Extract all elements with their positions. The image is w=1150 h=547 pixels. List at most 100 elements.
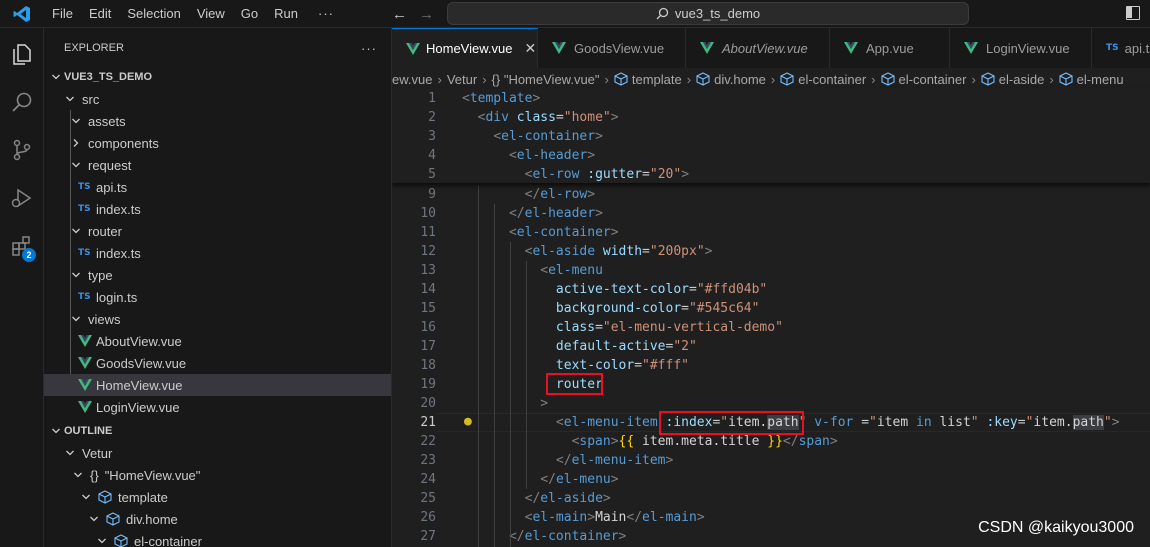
close-icon[interactable]: ✕: [524, 40, 536, 57]
tree-item[interactable]: views: [44, 308, 391, 330]
code-line[interactable]: 3 <el-container>: [392, 127, 1150, 146]
explorer-project-root[interactable]: VUE3_TS_DEMO: [44, 66, 391, 88]
vue-file-icon: [78, 357, 94, 369]
element-cube-icon: [880, 72, 897, 86]
chevron-down-icon: [68, 270, 84, 280]
vue-file-icon: [552, 42, 568, 54]
tree-item[interactable]: TS index.ts: [44, 198, 391, 220]
chevron-down-icon: [68, 160, 84, 170]
tree-item[interactable]: TS api.ts: [44, 176, 391, 198]
tree-item[interactable]: components: [44, 132, 391, 154]
tree-item[interactable]: AboutView.vue: [44, 330, 391, 352]
run-debug-icon[interactable]: [6, 182, 38, 214]
vue-file-icon: [78, 335, 94, 347]
tree-item[interactable]: src: [44, 88, 391, 110]
toggle-sidebar-layout-icon[interactable]: [1126, 6, 1140, 20]
code-line[interactable]: 24 </el-menu>: [392, 470, 1150, 489]
tree-item-label: AboutView.vue: [96, 333, 182, 349]
code-line[interactable]: 19 router: [392, 375, 1150, 394]
code-line[interactable]: 23 </el-menu-item>: [392, 451, 1150, 470]
outline-item[interactable]: div.home: [44, 508, 391, 530]
lightbulb-icon[interactable]: ●: [464, 414, 472, 429]
code-editor[interactable]: 1 <template> 2 <div class="home"> 3 <el-con…: [392, 88, 1150, 547]
tree-item[interactable]: TS login.ts: [44, 286, 391, 308]
element-cube-icon: [114, 534, 130, 547]
editor-tab[interactable]: HomeView.vue ✕: [392, 28, 538, 68]
breadcrumb-item[interactable]: el-menu: [1077, 72, 1124, 87]
tree-item[interactable]: TS index.ts: [44, 242, 391, 264]
code-line[interactable]: 17 default-active="2": [392, 337, 1150, 356]
code-line[interactable]: 5 <el-row :gutter="20">: [392, 165, 1150, 184]
code-line[interactable]: 13 <el-menu: [392, 261, 1150, 280]
tree-item[interactable]: HomeView.vue: [44, 374, 391, 396]
line-number: 2: [428, 110, 436, 125]
command-center-label: vue3_ts_demo: [674, 6, 761, 21]
source-control-icon[interactable]: [6, 134, 38, 166]
menu-edit[interactable]: Edit: [81, 0, 119, 28]
outline-item-label: Vetur: [82, 445, 113, 461]
code-line[interactable]: 16 class="el-menu-vertical-demo": [392, 318, 1150, 337]
outline-item[interactable]: el-container: [44, 530, 391, 547]
indent-guide: [526, 261, 527, 489]
code-line[interactable]: 14 active-text-color="#ffd04b": [392, 280, 1150, 299]
breadcrumb-item[interactable]: el-aside: [999, 72, 1045, 87]
breadcrumb-item[interactable]: template: [632, 72, 682, 87]
menu-file[interactable]: File: [44, 0, 81, 28]
editor-tab[interactable]: GoodsView.vue: [538, 28, 686, 68]
menu-view[interactable]: View: [189, 0, 233, 28]
element-cube-icon: [780, 72, 796, 86]
tree-item[interactable]: LoginView.vue: [44, 396, 391, 418]
breadcrumb-item[interactable]: el-container: [798, 72, 866, 87]
editor-tab[interactable]: AboutView.vue: [686, 28, 830, 68]
menu-run[interactable]: Run: [266, 0, 306, 28]
tree-item[interactable]: type: [44, 264, 391, 286]
menu-more-icon[interactable]: ···: [306, 6, 346, 21]
code-line[interactable]: 1 <template>: [392, 89, 1150, 108]
typescript-file-icon: TS: [1106, 43, 1119, 53]
outline-item[interactable]: {} "HomeView.vue": [44, 464, 391, 486]
search-icon[interactable]: [6, 86, 38, 118]
editor-tab[interactable]: LoginView.vue: [950, 28, 1092, 68]
code-line[interactable]: 18 text-color="#fff": [392, 356, 1150, 375]
back-arrow-icon[interactable]: ←: [392, 6, 407, 23]
breadcrumb-item[interactable]: div.home: [714, 72, 766, 87]
outline-item[interactable]: template: [44, 486, 391, 508]
breadcrumb: ew.vue › Vetur › {} "HomeView.vue" › template ›…: [392, 68, 1150, 90]
editor-tab[interactable]: TS api.ts: [1092, 28, 1150, 68]
outline-item[interactable]: Vetur: [44, 442, 391, 464]
outline-header[interactable]: OUTLINE: [44, 420, 391, 442]
code-line[interactable]: 11 <el-container>: [392, 223, 1150, 242]
code-line[interactable]: 15 background-color="#545c64": [392, 299, 1150, 318]
explorer-more-icon[interactable]: ···: [361, 41, 377, 56]
explorer-icon[interactable]: [6, 38, 38, 70]
menu-selection[interactable]: Selection: [119, 0, 188, 28]
annotation-box-index: [659, 411, 804, 435]
tree-item[interactable]: GoodsView.vue: [44, 352, 391, 374]
code-line[interactable]: 4 <el-header>: [392, 146, 1150, 165]
code-line[interactable]: 12 <el-aside width="200px">: [392, 242, 1150, 261]
breadcrumb-item[interactable]: Vetur: [447, 72, 477, 87]
explorer-sidebar: EXPLORER ··· VUE3_TS_DEMO src assets compon…: [44, 28, 392, 547]
code-line[interactable]: 2 <div class="home">: [392, 108, 1150, 127]
line-number: 3: [428, 129, 436, 144]
tree-item-label: login.ts: [96, 289, 138, 305]
typescript-file-icon: TS: [78, 248, 91, 258]
breadcrumb-item[interactable]: ew.vue: [392, 72, 432, 87]
command-center-search[interactable]: vue3_ts_demo: [447, 2, 969, 25]
code-line[interactable]: 9 </el-row>: [392, 185, 1150, 204]
breadcrumb-item[interactable]: {} "HomeView.vue": [492, 72, 600, 87]
tree-item[interactable]: router: [44, 220, 391, 242]
line-number: 13: [420, 263, 436, 278]
tree-item-label: router: [88, 223, 122, 239]
code-line[interactable]: 10 </el-header>: [392, 204, 1150, 223]
menu-go[interactable]: Go: [233, 0, 266, 28]
tree-item[interactable]: request: [44, 154, 391, 176]
code-line[interactable]: 25 </el-aside>: [392, 489, 1150, 508]
editor-tabs: HomeView.vue ✕ GoodsView.vue AboutView.vue A…: [392, 28, 1150, 68]
forward-arrow-icon[interactable]: →: [419, 6, 434, 23]
editor-tab[interactable]: App.vue: [830, 28, 950, 68]
tree-item[interactable]: assets: [44, 110, 391, 132]
vue-file-icon: [78, 401, 94, 413]
line-number: 20: [420, 396, 436, 411]
breadcrumb-item[interactable]: el-container: [899, 72, 967, 87]
